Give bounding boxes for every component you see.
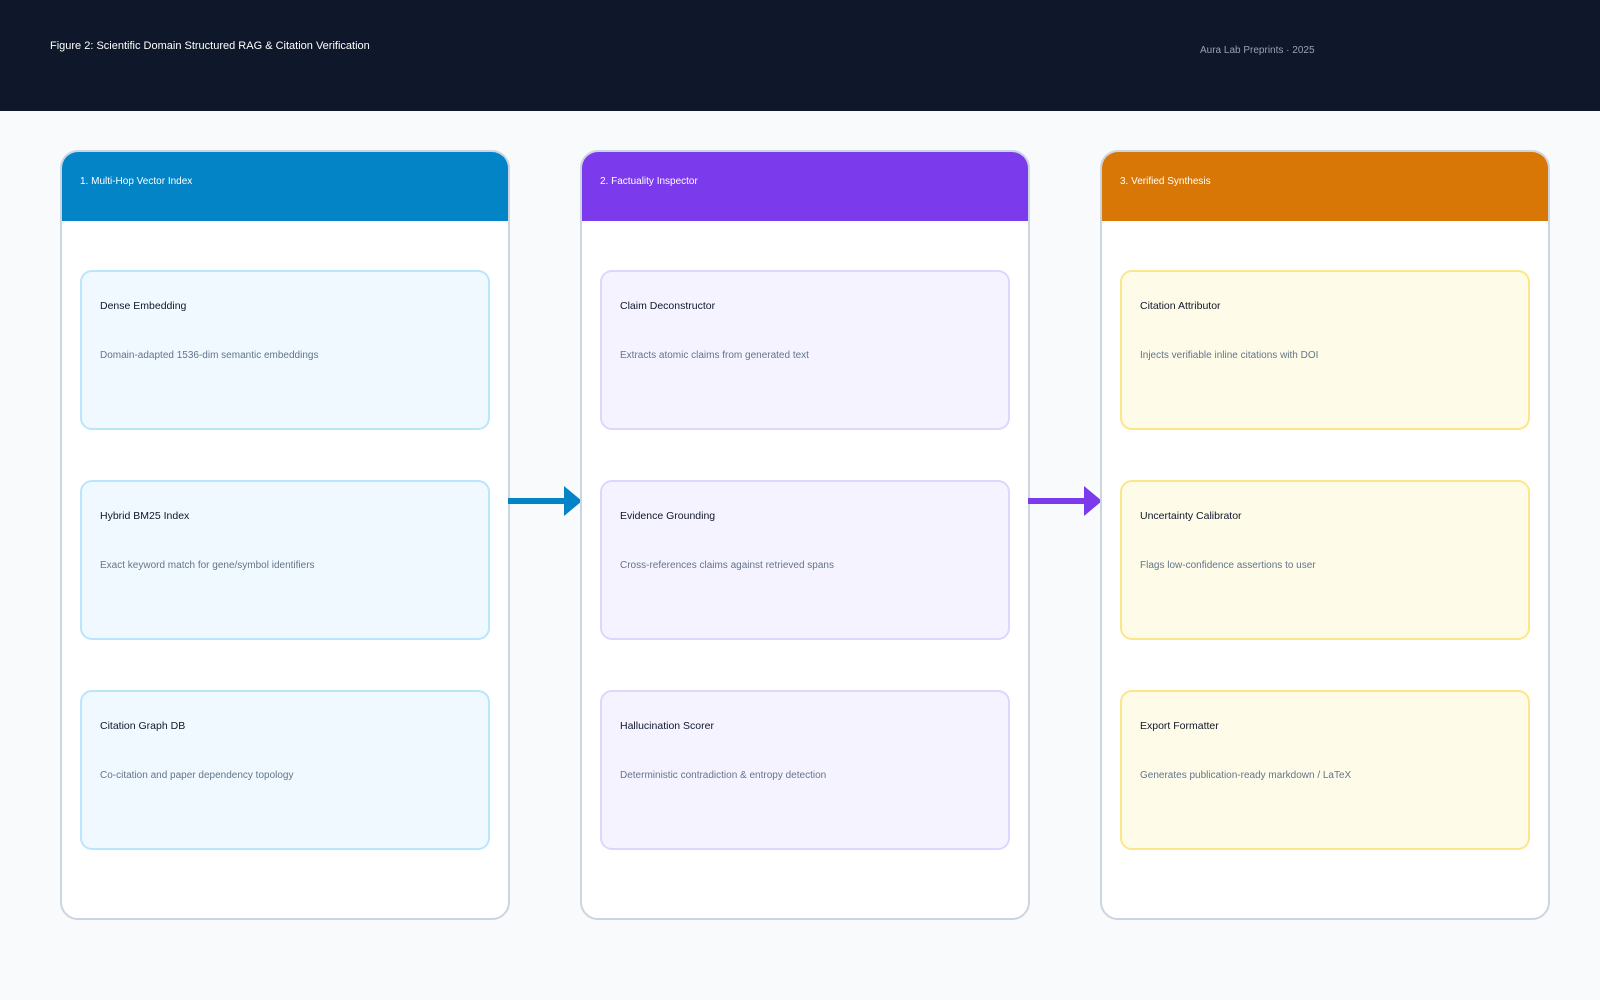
component-card: Evidence Grounding Cross-references clai… (600, 480, 1010, 640)
component-card: Dense Embedding Domain-adapted 1536-dim … (80, 270, 490, 430)
stage-column-vector-index: 1. Multi-Hop Vector Index Dense Embeddin… (60, 150, 510, 920)
stage-title: 2. Factuality Inspector (600, 176, 698, 187)
figure-meta: Aura Lab Preprints · 2025 (1200, 45, 1315, 56)
component-card: Citation Attributor Injects verifiable i… (1120, 270, 1530, 430)
component-title: Evidence Grounding (620, 510, 716, 522)
component-description: Domain-adapted 1536-dim semantic embeddi… (100, 350, 319, 361)
flow-arrow-icon (1028, 486, 1102, 516)
component-title: Citation Attributor (1140, 300, 1221, 312)
component-title: Hallucination Scorer (620, 720, 714, 732)
component-description: Co-citation and paper dependency topolog… (100, 770, 294, 781)
stage-column-factuality-inspector: 2. Factuality Inspector Claim Deconstruc… (580, 150, 1030, 920)
component-description: Generates publication-ready markdown / L… (1140, 770, 1352, 781)
component-title: Export Formatter (1140, 720, 1219, 732)
stage-title: 1. Multi-Hop Vector Index (80, 176, 193, 187)
stage-column-verified-synthesis: 3. Verified Synthesis Citation Attributo… (1100, 150, 1550, 920)
figure-header: Figure 2: Scientific Domain Structured R… (0, 0, 1600, 111)
component-card: Hallucination Scorer Deterministic contr… (600, 690, 1010, 850)
stage-header: 1. Multi-Hop Vector Index (62, 152, 508, 221)
component-title: Uncertainty Calibrator (1140, 510, 1242, 522)
component-description: Deterministic contradiction & entropy de… (620, 770, 827, 781)
component-title: Claim Deconstructor (620, 300, 716, 312)
stage-header: 3. Verified Synthesis (1102, 152, 1548, 221)
stage-title: 3. Verified Synthesis (1120, 176, 1211, 187)
component-card: Uncertainty Calibrator Flags low-confide… (1120, 480, 1530, 640)
component-card: Citation Graph DB Co-citation and paper … (80, 690, 490, 850)
component-description: Cross-references claims against retrieve… (620, 560, 834, 571)
component-card: Export Formatter Generates publication-r… (1120, 690, 1530, 850)
component-title: Hybrid BM25 Index (100, 510, 190, 522)
component-description: Extracts atomic claims from generated te… (620, 350, 809, 361)
component-card: Claim Deconstructor Extracts atomic clai… (600, 270, 1010, 430)
flow-arrow-icon (508, 486, 582, 516)
component-title: Dense Embedding (100, 300, 187, 312)
component-title: Citation Graph DB (100, 720, 186, 732)
figure-title: Figure 2: Scientific Domain Structured R… (50, 40, 370, 52)
component-description: Injects verifiable inline citations with… (1140, 350, 1319, 361)
component-card: Hybrid BM25 Index Exact keyword match fo… (80, 480, 490, 640)
stage-header: 2. Factuality Inspector (582, 152, 1028, 221)
component-description: Flags low-confidence assertions to user (1140, 560, 1316, 571)
component-description: Exact keyword match for gene/symbol iden… (100, 560, 315, 571)
